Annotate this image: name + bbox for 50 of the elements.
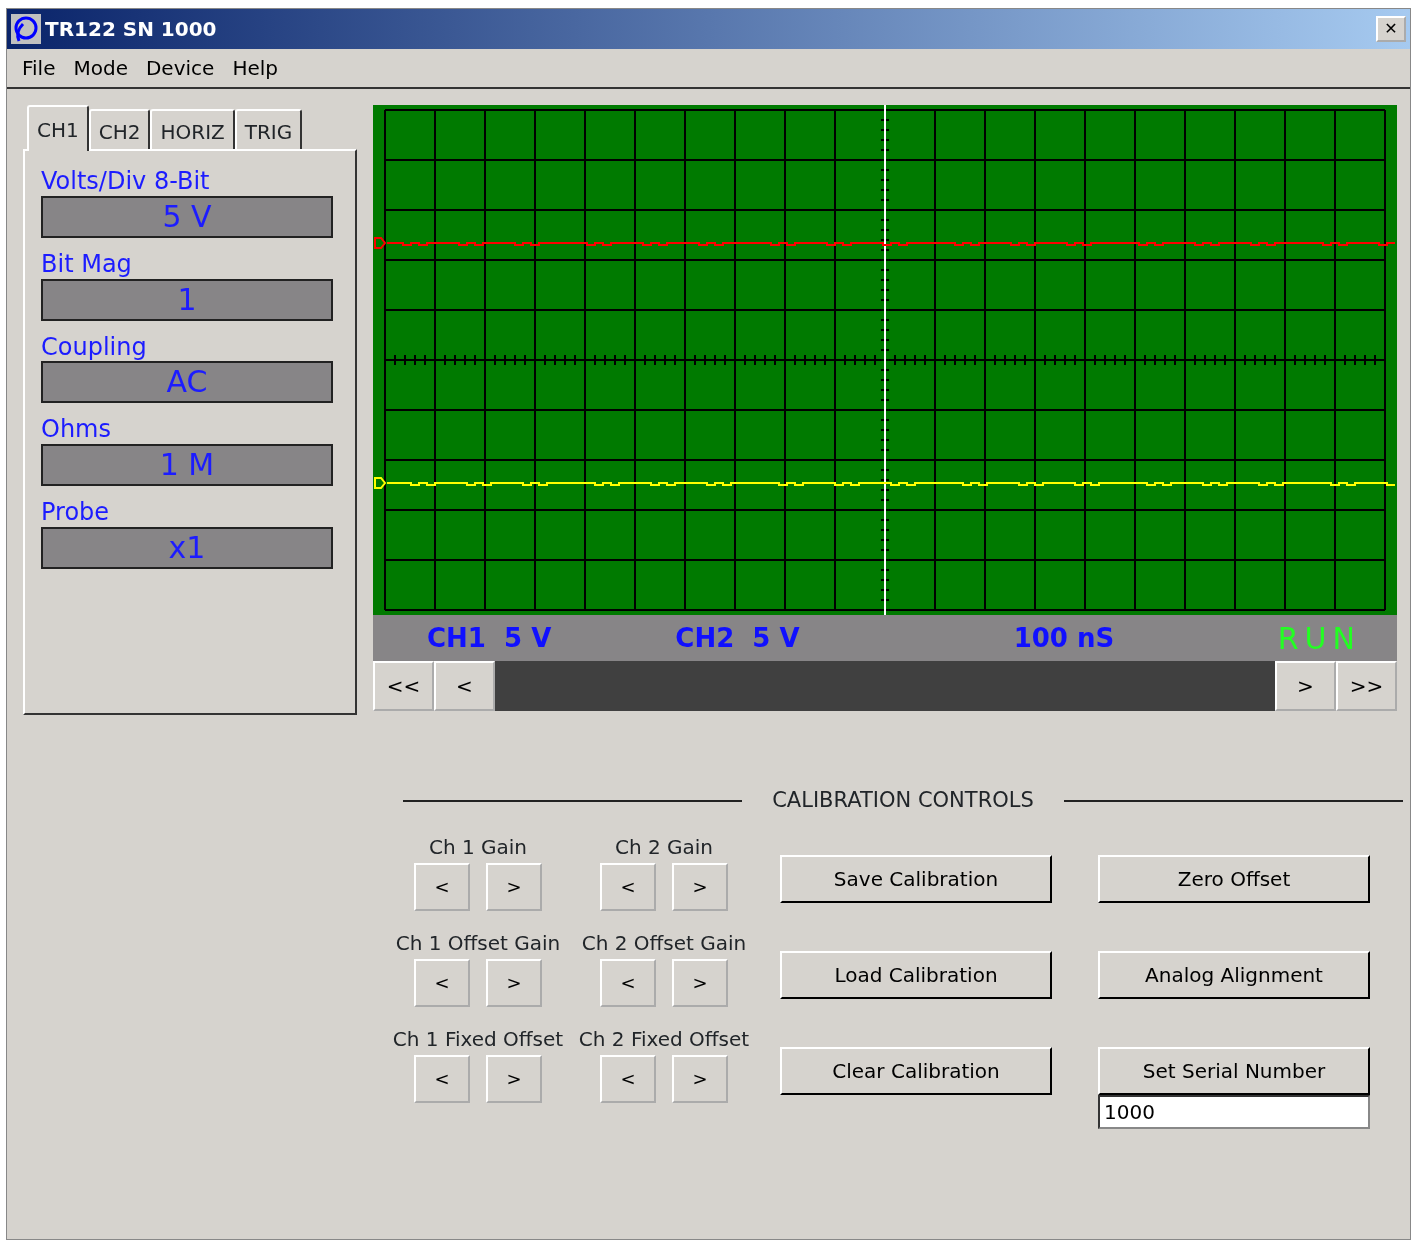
run-status: RUN — [1277, 619, 1361, 658]
tab[interactable]: HORIZ — [150, 109, 235, 149]
tab[interactable]: CH2 — [88, 109, 151, 149]
step-button[interactable]: < — [600, 862, 656, 911]
step-button[interactable]: > — [486, 1054, 542, 1103]
setting-label: Volts/Div 8-Bit — [41, 167, 211, 196]
scroll-button[interactable]: < — [434, 661, 495, 711]
step-button[interactable]: > — [672, 1054, 728, 1103]
menu-item[interactable]: File — [13, 53, 65, 83]
serial-number-field[interactable]: 1000 — [1098, 1094, 1370, 1129]
setting-label: Coupling — [41, 332, 148, 362]
scroll-button[interactable]: >> — [1336, 661, 1397, 711]
app-logo-icon — [11, 14, 41, 44]
action-button[interactable]: Save Calibration — [780, 854, 1052, 903]
scroll-button[interactable]: > — [1275, 661, 1336, 711]
adjuster-label: Ch 1 Gain — [428, 833, 528, 861]
step-button[interactable]: > — [486, 862, 542, 911]
status-text: CH1 5 V — [427, 621, 552, 655]
menu-item[interactable]: Mode — [64, 53, 137, 83]
tab[interactable]: TRIG — [234, 109, 303, 149]
step-button[interactable]: > — [672, 958, 728, 1007]
setting-label: Ohms — [41, 415, 112, 445]
adjuster-label: Ch 2 Fixed Offset — [578, 1025, 750, 1053]
menu-item[interactable]: Device — [136, 53, 224, 83]
status-text: CH2 5 V — [675, 621, 800, 655]
step-button[interactable]: > — [672, 862, 728, 911]
close-button[interactable]: ✕ — [1376, 16, 1406, 42]
scroll-button[interactable]: << — [373, 661, 434, 711]
status-text: 100 nS — [1013, 621, 1115, 655]
window-title: TR122 SN 1000 — [45, 16, 217, 43]
adjuster-label: Ch 1 Offset Gain — [395, 929, 561, 957]
action-button[interactable]: Analog Alignment — [1098, 950, 1370, 999]
step-button[interactable]: < — [600, 958, 656, 1007]
setting-label: Probe — [41, 498, 111, 527]
adjuster-label: Ch 1 Fixed Offset — [392, 1025, 564, 1053]
action-button[interactable]: Load Calibration — [780, 950, 1052, 999]
tab[interactable]: CH1 — [27, 105, 89, 151]
adjuster-label: Ch 2 Gain — [614, 833, 714, 861]
step-button[interactable]: < — [600, 1054, 656, 1103]
step-button[interactable]: < — [414, 958, 470, 1007]
step-button[interactable]: < — [414, 1054, 470, 1103]
step-button[interactable]: > — [486, 958, 542, 1007]
action-button[interactable]: Clear Calibration — [780, 1046, 1052, 1095]
menu-item[interactable]: Help — [223, 53, 287, 83]
step-button[interactable]: < — [414, 862, 470, 911]
action-button[interactable]: Zero Offset — [1098, 854, 1370, 903]
adjuster-label: Ch 2 Offset Gain — [581, 929, 747, 957]
section-title: CALIBRATION CONTROLS — [772, 787, 1034, 814]
setting-label: Bit Mag — [41, 249, 133, 279]
action-button[interactable]: Set Serial Number — [1098, 1046, 1370, 1095]
